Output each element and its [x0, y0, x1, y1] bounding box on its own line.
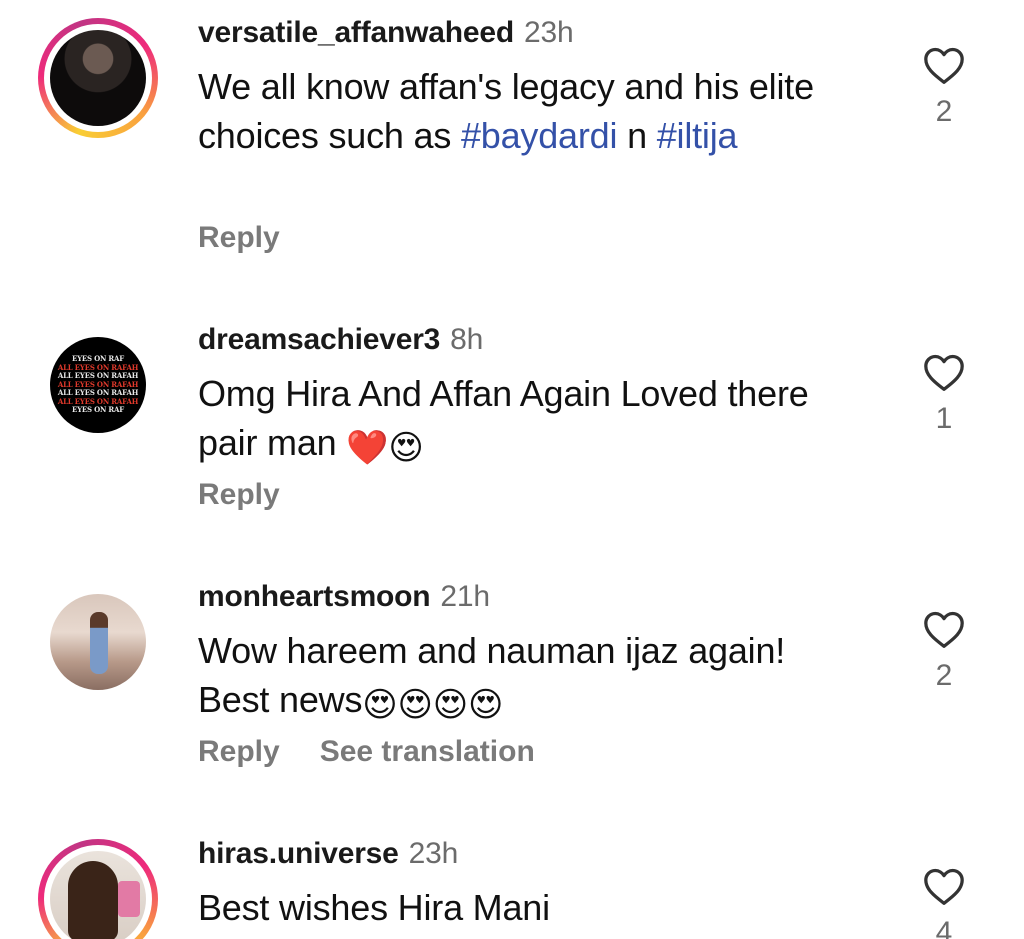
comment-text: Wow hareem and nauman ijaz again! Best n…: [198, 626, 848, 724]
avatar-text: EYES ON RAF: [71, 405, 125, 415]
reply-button[interactable]: Reply: [198, 221, 280, 254]
comment-text: We all know affan's legacy and his elite…: [198, 62, 848, 160]
timestamp: 23h: [523, 16, 574, 49]
timestamp: 8h: [450, 323, 484, 356]
emoji-group: ❤️😍: [346, 429, 424, 467]
comment-item: EYES ON RAF ALL EYES ON RAFAH ALL EYES O…: [0, 307, 1024, 607]
comment-header: versatile_affanwaheed 23h: [198, 16, 574, 50]
avatar: EYES ON RAF ALL EYES ON RAFAH ALL EYES O…: [50, 337, 146, 433]
comment-item: hiras.universe 23h Best wishes Hira Mani …: [0, 821, 1024, 939]
avatar: [50, 30, 146, 126]
timestamp: 21h: [440, 580, 490, 613]
comment-text: Omg Hira And Affan Again Loved there pai…: [198, 369, 848, 467]
reply-button[interactable]: Reply: [198, 478, 280, 511]
comment-text: Best wishes Hira Mani: [198, 883, 848, 932]
username[interactable]: versatile_affanwaheed: [198, 16, 514, 49]
see-translation-button[interactable]: See translation: [320, 735, 535, 768]
like-group: 4: [920, 866, 968, 939]
comment-item: monheartsmoon 21h Wow hareem and nauman i…: [0, 564, 1024, 864]
avatar-story-ring[interactable]: [38, 839, 158, 939]
comment-item: versatile_affanwaheed 23h We all know aff…: [0, 0, 1024, 300]
comment-header: dreamsachiever3 8h: [198, 323, 483, 357]
comment-header: monheartsmoon 21h: [198, 580, 490, 614]
timestamp: 23h: [408, 837, 459, 870]
comment-header: hiras.universe 23h: [198, 837, 458, 871]
comment-body: n: [617, 115, 657, 156]
avatar: [50, 851, 146, 939]
like-count: 4: [935, 916, 953, 939]
heart-outline-icon[interactable]: [922, 45, 966, 85]
like-count: 1: [935, 402, 953, 435]
username[interactable]: hiras.universe: [198, 837, 399, 870]
avatar: [50, 594, 146, 690]
like-count: 2: [935, 659, 953, 692]
heart-outline-icon[interactable]: [922, 866, 966, 906]
avatar-story-ring[interactable]: [38, 18, 158, 138]
hashtag-link[interactable]: #baydardi: [461, 115, 618, 156]
comment-actions: Reply: [198, 478, 320, 512]
emoji-group: 😍😍😍😍: [362, 686, 504, 724]
like-group: 1: [920, 352, 968, 436]
comment-body: Best wishes Hira Mani: [198, 887, 550, 928]
comment-actions: Reply See translation: [198, 735, 575, 769]
like-group: 2: [920, 45, 968, 129]
username[interactable]: monheartsmoon: [198, 580, 431, 613]
hashtag-link[interactable]: #iltija: [657, 115, 738, 156]
username[interactable]: dreamsachiever3: [198, 323, 440, 356]
avatar-ring[interactable]: [38, 582, 158, 702]
heart-outline-icon[interactable]: [922, 352, 966, 392]
comment-actions: Reply: [198, 221, 320, 255]
like-group: 2: [920, 609, 968, 693]
avatar-ring[interactable]: EYES ON RAF ALL EYES ON RAFAH ALL EYES O…: [38, 325, 158, 445]
reply-button[interactable]: Reply: [198, 735, 280, 768]
heart-outline-icon[interactable]: [922, 609, 966, 649]
like-count: 2: [935, 95, 953, 128]
comment-body: Omg Hira And Affan Again Loved there pai…: [198, 373, 809, 463]
